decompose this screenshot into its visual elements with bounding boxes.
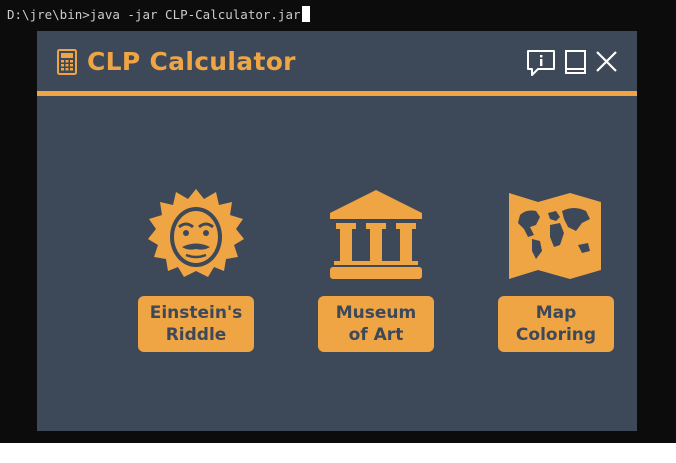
info-speech-bubble-icon [526,49,556,77]
app-window: CLP Calculator Einstein's Riddle Museum … [37,31,637,431]
minimize-icon [561,49,591,77]
minimize-button[interactable] [561,49,591,77]
console-command-line: D:\jre\bin>java -jar CLP-Calculator.jar [7,6,310,24]
title-divider [37,91,637,96]
game-card-einsteins-riddle: Einstein's Riddle [138,179,254,359]
console-cursor [301,6,310,22]
calculator-icon [57,49,77,75]
game-card-map-coloring: Map Coloring [498,179,614,359]
console-bottom-area [0,443,676,463]
map-coloring-label-line1: Map [535,303,577,323]
einsteins-riddle-button[interactable]: Einstein's Riddle [138,296,254,352]
museum-of-art-label-line1: Museum [335,303,417,323]
info-button[interactable] [526,49,556,77]
museum-icon [326,187,426,282]
museum-of-art-button[interactable]: Museum of Art [318,296,434,352]
world-map-icon [506,187,606,282]
close-button[interactable] [592,49,622,77]
titlebar[interactable]: CLP Calculator [37,31,637,91]
game-card-museum-of-art: Museum of Art [318,179,434,359]
map-coloring-label-line2: Coloring [515,325,597,345]
museum-of-art-label-line2: of Art [348,325,404,345]
console-command-text: D:\jre\bin>java -jar CLP-Calculator.jar [7,7,301,22]
einsteins-riddle-label-line2: Riddle [165,325,227,345]
map-coloring-button[interactable]: Map Coloring [498,296,614,352]
app-title: CLP Calculator [87,47,296,76]
einstein-icon [146,187,246,282]
einsteins-riddle-label-line1: Einstein's [149,303,243,323]
close-icon [592,49,622,77]
